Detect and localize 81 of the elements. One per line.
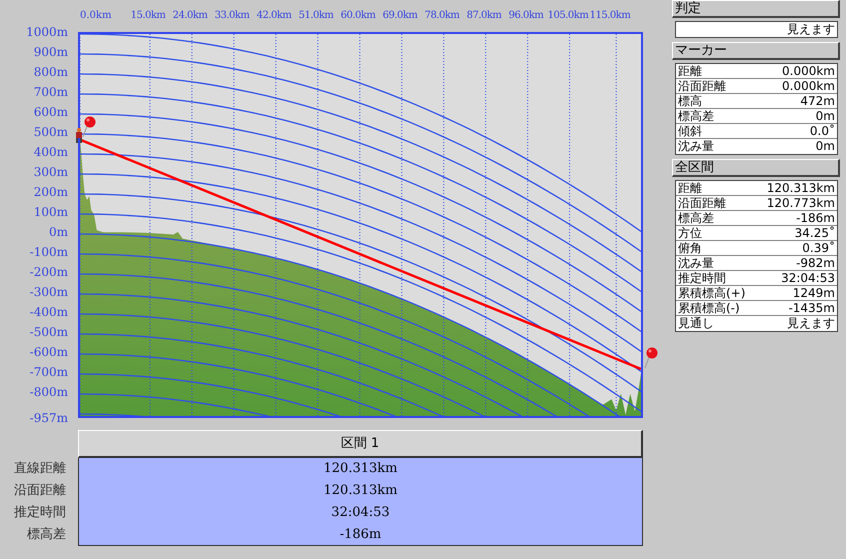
y-axis-label: 900m (34, 44, 68, 61)
x-axis-label: 78.0km (424, 9, 461, 22)
field-label: 方位 (677, 226, 703, 240)
field-value: 472m (800, 94, 836, 108)
y-axis-label: 100m (34, 204, 68, 221)
y-axis-label: -700m (30, 364, 68, 381)
field-label: 距離 (677, 181, 703, 195)
x-axis-label: 96.0km (508, 9, 545, 22)
field-value: 1249m (792, 286, 836, 300)
field-value: 0m (816, 109, 836, 123)
x-axis-label: 24.0km (172, 9, 209, 22)
y-axis-label: 1000m (26, 24, 68, 41)
field-label: 標高差 (677, 109, 715, 123)
field-value: 0m (816, 139, 836, 154)
y-axis-label: 700m (34, 84, 68, 101)
x-axis-label: 105.0km (547, 9, 589, 22)
field-value: 32:04:53 (781, 271, 836, 285)
field-value: 0.000km (782, 64, 836, 78)
field-label: 俯角 (677, 241, 703, 255)
x-axis-label: 51.0km (298, 9, 335, 22)
y-axis-label: 0m (48, 224, 68, 241)
y-axis-label: -300m (30, 284, 68, 301)
field-value: 120.773km (766, 196, 836, 210)
field-label: 距離 (677, 64, 703, 78)
field-label: 推定時間 (677, 271, 727, 285)
interval-value: 32:04:53 (78, 502, 643, 524)
x-axis-label: 33.0km (214, 9, 251, 22)
field-label: 標高差 (677, 211, 715, 225)
y-axis-label: -957m (30, 410, 68, 427)
field-label: 沿面距離 (677, 196, 727, 210)
field-value: -982m (796, 256, 836, 270)
field-label: 沈み量 (677, 256, 715, 270)
field-value: 34.25˚ (794, 226, 836, 240)
y-axis-label: -400m (30, 304, 68, 321)
y-axis-label: -100m (30, 244, 68, 261)
y-axis-label: -800m (30, 384, 68, 401)
field-label: 累積標高(+) (677, 286, 746, 300)
row-label: 標高差 (26, 526, 67, 544)
section-header: 全区間 (672, 159, 840, 177)
field-label: 標高 (677, 94, 703, 108)
field-value: 0.39˚ (802, 241, 836, 255)
row-label: 沿面距離 (13, 482, 67, 500)
row-label: 推定時間 (13, 504, 67, 522)
y-axis-label: 600m (34, 104, 68, 121)
interval-value: -186m (78, 524, 643, 546)
field-label: 沈み量 (677, 139, 715, 154)
field-value: -1435m (788, 301, 836, 315)
x-axis-label: 87.0km (466, 9, 503, 22)
interval-value: 120.313km (78, 458, 643, 480)
y-axis-label: 400m (34, 144, 68, 161)
interval-value: 120.313km (78, 480, 643, 502)
x-axis-label: 69.0km (382, 9, 419, 22)
field-value: 見えます (787, 316, 836, 331)
interval-header[interactable]: 区間 1 (78, 430, 643, 458)
x-axis-label: 115.0km (589, 9, 631, 22)
judgement-value: 見えます (675, 21, 838, 38)
y-axis-label: 800m (34, 64, 68, 81)
y-axis-label: -200m (30, 264, 68, 281)
x-axis-label: 15.0km (130, 9, 167, 22)
field-label: 沿面距離 (677, 79, 727, 93)
y-axis-label: 500m (34, 124, 68, 141)
balloon-icon (82, 116, 98, 138)
field-label: 見通し (677, 316, 715, 331)
x-axis-label: 42.0km (256, 9, 293, 22)
field-label: 累積標高(-) (677, 301, 741, 315)
section-header: マーカー (672, 42, 840, 60)
field-label: 傾斜 (677, 124, 703, 138)
hiker-icon (74, 128, 84, 144)
balloon-icon (644, 347, 660, 369)
field-value: 120.313km (766, 181, 836, 195)
y-axis-label: 200m (34, 184, 68, 201)
field-value: -186m (796, 211, 836, 225)
x-axis-label: 60.0km (340, 9, 377, 22)
row-label: 直線距離 (13, 460, 67, 478)
y-axis-label: 300m (34, 164, 68, 181)
y-axis-label: -500m (30, 324, 68, 341)
y-axis-label: -600m (30, 344, 68, 361)
x-axis-label: 0.0km (79, 9, 112, 22)
field-value: 0.000km (782, 79, 836, 93)
section-header: 判定 (672, 0, 840, 18)
field-value: 0.0˚ (810, 124, 836, 138)
